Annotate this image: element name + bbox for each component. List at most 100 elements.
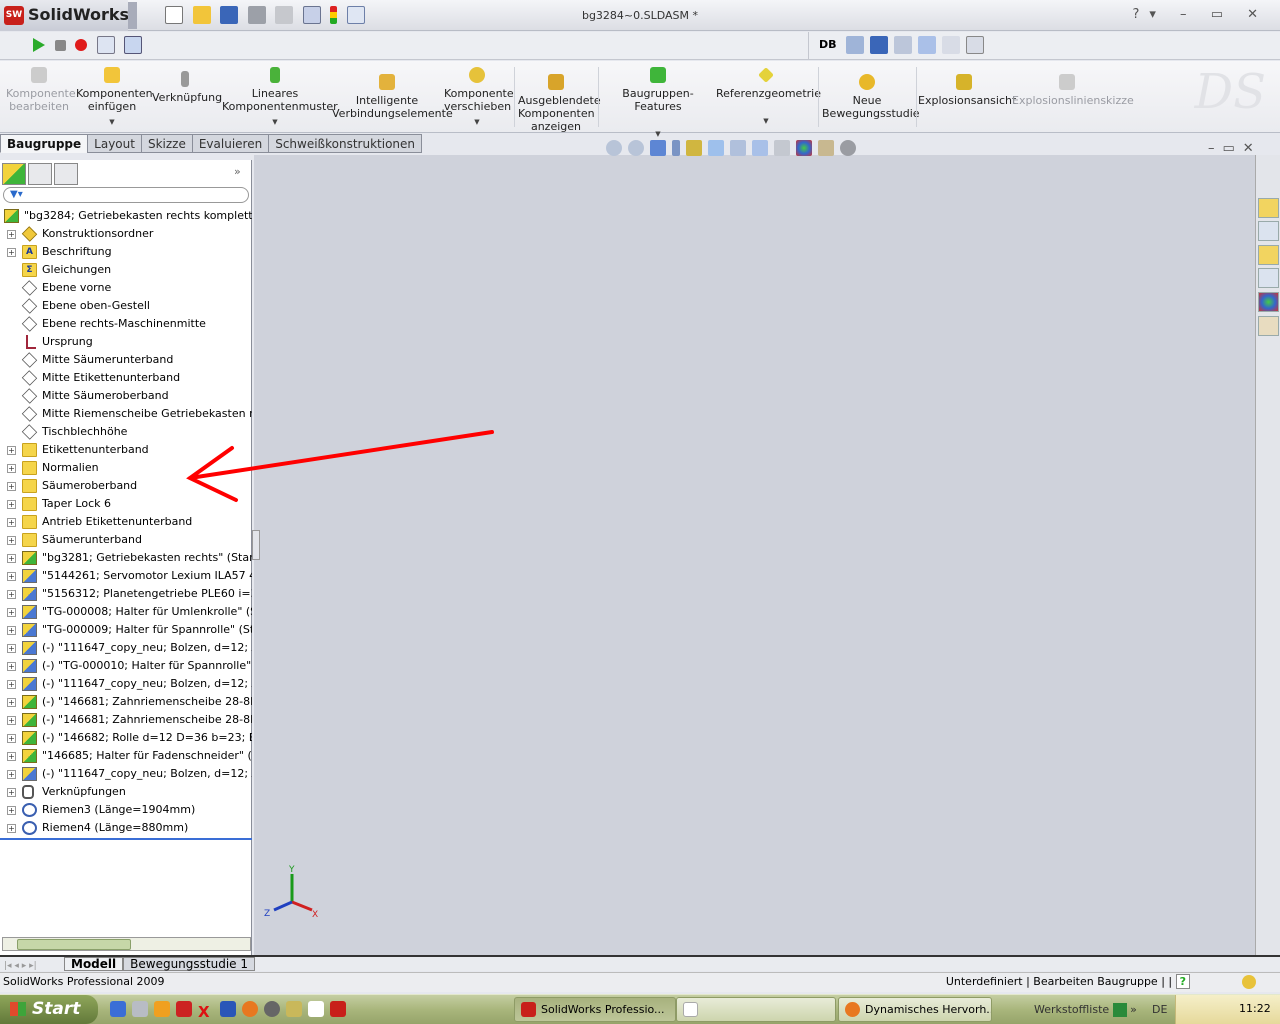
stop-macro-icon[interactable]: [54, 39, 66, 51]
play-macro-icon[interactable]: [33, 38, 45, 52]
tree-item[interactable]: +"5144261; Servomotor Lexium ILA57 48V I…: [0, 567, 252, 585]
task-firefox[interactable]: Dynamisches Hervorh...: [838, 997, 992, 1022]
expand-icon[interactable]: +: [7, 680, 16, 689]
smart-fasteners-button[interactable]: Intelligente Verbindungselemente: [332, 67, 453, 120]
exploded-view-button[interactable]: Explosionsansicht: [918, 67, 1016, 107]
task-solidworks[interactable]: SolidWorks Professio...: [514, 997, 676, 1022]
expand-icon[interactable]: +: [7, 590, 16, 599]
appearances-icon[interactable]: [1258, 292, 1279, 312]
tree-item[interactable]: +(-) "146681; Zahnriemenscheibe 28-8M-20…: [0, 693, 252, 711]
help-icon[interactable]: ?: [1175, 974, 1190, 989]
tree-item[interactable]: + A Beschriftung: [0, 243, 252, 261]
new-macro-icon[interactable]: [96, 36, 115, 54]
tree-item[interactable]: Tischblechhöhe: [0, 423, 252, 441]
tree-item[interactable]: + (-) "111647_copy_neu; Bolzen, d=12; AG,: [0, 765, 252, 783]
language-indicator[interactable]: DE: [1152, 1003, 1167, 1016]
expand-icon[interactable]: +: [7, 446, 16, 455]
expand-icon[interactable]: +: [7, 716, 16, 725]
expand-icon[interactable]: +: [7, 770, 16, 779]
pan-icon[interactable]: [650, 140, 666, 156]
home-icon[interactable]: [1258, 198, 1279, 218]
tree-icon[interactable]: [917, 36, 936, 54]
assembly-features-button[interactable]: Baugruppen-Features ▼: [602, 67, 714, 141]
task-123[interactable]: [676, 997, 836, 1022]
edit-macro-icon[interactable]: [124, 36, 142, 54]
expand-icon[interactable]: +: [7, 662, 16, 671]
expand-icon[interactable]: +: [7, 608, 16, 617]
tab-skizze[interactable]: Skizze: [140, 134, 193, 153]
expand-icon[interactable]: +: [7, 230, 16, 239]
db-button[interactable]: DB: [819, 38, 837, 51]
window-controls[interactable]: ?▾ – ▭ ✕: [1133, 7, 1269, 22]
tree-item[interactable]: Mitte Säumeroberband: [0, 387, 252, 405]
tree-item[interactable]: Ursprung: [0, 333, 252, 351]
copy-icon[interactable]: [893, 36, 912, 54]
view-palette-icon[interactable]: [1258, 268, 1279, 288]
camera-icon[interactable]: [132, 1001, 148, 1017]
tree-filter-input[interactable]: ▼▾: [3, 187, 249, 203]
tree-item[interactable]: Mitte Säumerunterband: [0, 351, 252, 369]
tool-icon[interactable]: [286, 1001, 302, 1017]
search-icon[interactable]: [845, 36, 864, 54]
viewport-window-controls[interactable]: –▭✕: [1208, 141, 1262, 156]
tree-item[interactable]: + (-) "111647_copy_neu; Bolzen, d=12; AG,: [0, 639, 252, 657]
ie-icon[interactable]: [110, 1001, 126, 1017]
tree-item[interactable]: Ebene rechts-Maschinenmitte: [0, 315, 252, 333]
tree-item[interactable]: + Normalien: [0, 459, 252, 477]
tree-item[interactable]: + Säumeroberband: [0, 477, 252, 495]
tag-icon[interactable]: [1242, 975, 1256, 989]
2d-icon[interactable]: [965, 36, 984, 54]
tree-item[interactable]: + Taper Lock 6: [0, 495, 252, 513]
edit-component-button[interactable]: Komponente bearbeiten: [6, 67, 76, 113]
tree-item[interactable]: + (-) "111647_copy_neu; Bolzen, d=12; AG,: [0, 675, 252, 693]
view-settings-icon[interactable]: [818, 140, 834, 156]
view-orientation-icon[interactable]: [708, 140, 724, 156]
panel-collapse-handle[interactable]: [252, 530, 260, 560]
scrollbar-thumb[interactable]: [17, 939, 131, 950]
expand-icon[interactable]: +: [7, 788, 16, 797]
expand-icon[interactable]: +: [7, 482, 16, 491]
reference-geometry-button[interactable]: Referenzgeometrie ▼: [716, 67, 821, 128]
tree-rollback-bar[interactable]: [0, 838, 252, 840]
tree-item[interactable]: + Verknüpfungen: [0, 783, 252, 801]
tree-item[interactable]: +(-) "146681; Zahnriemenscheibe 28-8M-20…: [0, 711, 252, 729]
tree-item[interactable]: Σ Gleichungen: [0, 261, 252, 279]
expand-icon[interactable]: +: [7, 500, 16, 509]
expand-icon[interactable]: +: [7, 536, 16, 545]
close-x-icon[interactable]: X: [198, 1003, 214, 1021]
tree-item[interactable]: +(-) "146682; Rolle d=12 D=36 b=23; Bund…: [0, 729, 252, 747]
c-app-icon[interactable]: [264, 1001, 280, 1017]
tab-motion-study[interactable]: Bewegungsstudie 1: [123, 957, 255, 971]
solidworks-icon[interactable]: [330, 1001, 346, 1017]
tree-item[interactable]: +"5156312; Planetengetriebe PLE60 i=32" …: [0, 585, 252, 603]
explode-line-sketch-button[interactable]: Explosionslinienskizze: [1012, 67, 1134, 107]
save-db-icon[interactable]: [869, 36, 888, 54]
file-explorer-icon[interactable]: [1258, 245, 1279, 265]
tree-item[interactable]: + Riemen3 (Länge=1904mm): [0, 801, 252, 819]
tree-item[interactable]: + Säumerunterband: [0, 531, 252, 549]
tab-evaluieren[interactable]: Evaluieren: [191, 134, 270, 153]
record-macro-icon[interactable]: [75, 39, 87, 51]
zoom-area-icon[interactable]: [628, 140, 644, 156]
tab-baugruppe[interactable]: Baugruppe: [0, 134, 89, 153]
design-library-icon[interactable]: [1258, 221, 1279, 241]
show-hidden-components-button[interactable]: Ausgeblendete Komponenten anzeigen: [518, 67, 601, 133]
edit-appearance-icon[interactable]: [774, 140, 790, 156]
insert-components-button[interactable]: Komponenten einfügen ▼: [76, 67, 153, 129]
app-icon[interactable]: [176, 1001, 192, 1017]
new-motion-study-button[interactable]: Neue Bewegungsstudie: [822, 67, 920, 120]
expand-icon[interactable]: +: [7, 824, 16, 833]
expand-icon[interactable]: +: [7, 554, 16, 563]
expand-panel-icon[interactable]: »: [234, 165, 241, 178]
section-view-icon[interactable]: [686, 140, 702, 156]
featuremanager-tab-icon[interactable]: [2, 163, 26, 185]
graphics-area[interactable]: [254, 155, 1255, 955]
tab-scroll-buttons[interactable]: |◂ ◂ ▸ ▸|: [0, 961, 64, 971]
tree-item[interactable]: + (-) "TG-000010; Halter für Spannrolle" …: [0, 657, 252, 675]
configurationmanager-tab-icon[interactable]: [54, 163, 78, 185]
mate-button[interactable]: Verknüpfung: [152, 67, 222, 104]
expand-icon[interactable]: +: [7, 734, 16, 743]
tree-item[interactable]: + Riemen4 (Länge=880mm): [0, 819, 252, 837]
normal-to-icon[interactable]: [672, 140, 680, 156]
firefox-icon[interactable]: [242, 1001, 258, 1017]
